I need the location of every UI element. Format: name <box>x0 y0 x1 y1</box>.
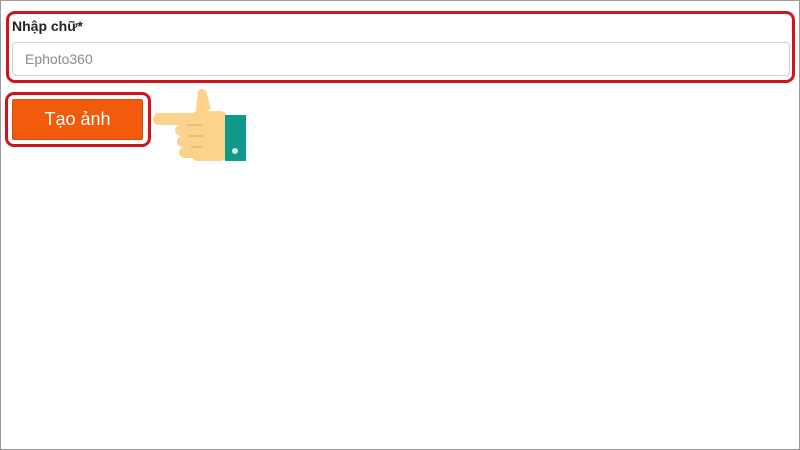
text-field-label: Nhập chữ* <box>12 18 83 34</box>
create-image-button[interactable]: Tạo ảnh <box>12 99 143 140</box>
pointing-hand-icon <box>153 89 246 161</box>
text-input[interactable] <box>12 42 790 76</box>
screenshot-frame: Nhập chữ* Tạo ảnh <box>0 0 800 450</box>
